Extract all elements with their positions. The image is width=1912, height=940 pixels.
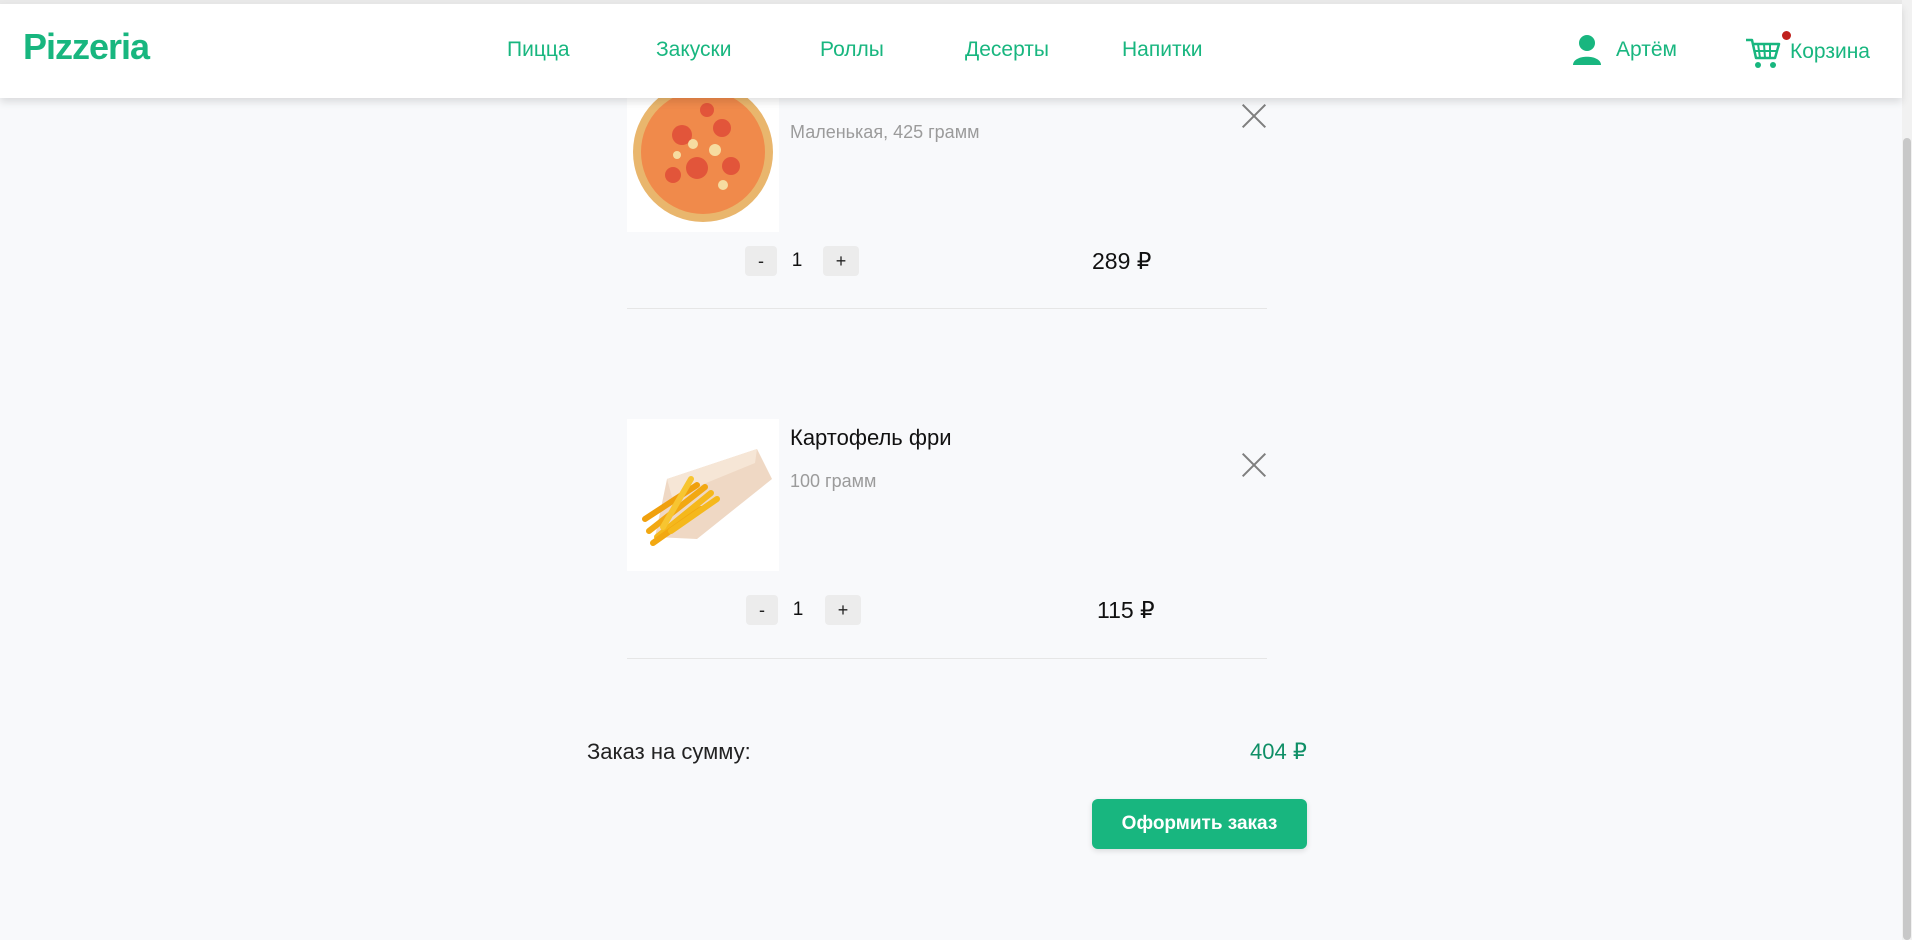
scrollbar-thumb[interactable] [1903, 138, 1911, 940]
nav-item-pizza[interactable]: Пицца [507, 38, 570, 62]
increase-quantity-button[interactable]: + [823, 246, 859, 276]
decrease-quantity-button[interactable]: - [746, 595, 778, 625]
item-subtitle: Маленькая, 425 грамм [790, 122, 980, 142]
increase-quantity-button[interactable]: + [825, 595, 861, 625]
nav-item-drinks[interactable]: Напитки [1122, 38, 1202, 62]
checkout-button[interactable]: Оформить заказ [1092, 799, 1307, 849]
site-header: Pizzeria Пицца Закуски Роллы Десерты Нап… [0, 4, 1902, 98]
cart-item: Картофель фри 100 грамм - 1 + 115 ₽ [627, 419, 1267, 659]
user-name: Артём [1616, 38, 1677, 61]
pizza-image [627, 80, 779, 232]
quantity-value: 1 [792, 599, 804, 620]
user-icon [1573, 35, 1601, 65]
order-total-value: 404 ₽ [1250, 739, 1307, 764]
cart-badge-dot [1782, 31, 1791, 40]
item-price: 115 ₽ [1097, 597, 1155, 623]
cart-icon [1746, 38, 1781, 68]
item-price: 289 ₽ [1092, 248, 1152, 274]
nav-item-snacks[interactable]: Закуски [656, 38, 731, 62]
nav-item-rolls[interactable]: Роллы [820, 38, 884, 62]
cart-label: Корзина [1790, 40, 1870, 63]
nav-item-desserts[interactable]: Десерты [965, 38, 1049, 62]
quantity-value: 1 [791, 250, 803, 271]
user-menu[interactable]: Артём [1572, 34, 1677, 66]
logo[interactable]: Pizzeria [23, 26, 150, 68]
fries-image [627, 419, 779, 571]
item-subtitle: 100 грамм [790, 471, 877, 491]
cart-item: Маленькая, 425 грамм - 1 + 289 ₽ [627, 80, 1267, 309]
decrease-quantity-button[interactable]: - [745, 246, 777, 276]
scrollbar[interactable] [1902, 0, 1912, 940]
order-total-label: Заказ на сумму: [587, 739, 751, 764]
remove-item-button[interactable] [1240, 102, 1268, 130]
remove-item-button[interactable] [1240, 451, 1268, 479]
cart-link[interactable]: Корзина [1744, 31, 1870, 70]
cart-icon-wrap [1744, 31, 1791, 70]
item-title: Картофель фри [790, 425, 952, 450]
